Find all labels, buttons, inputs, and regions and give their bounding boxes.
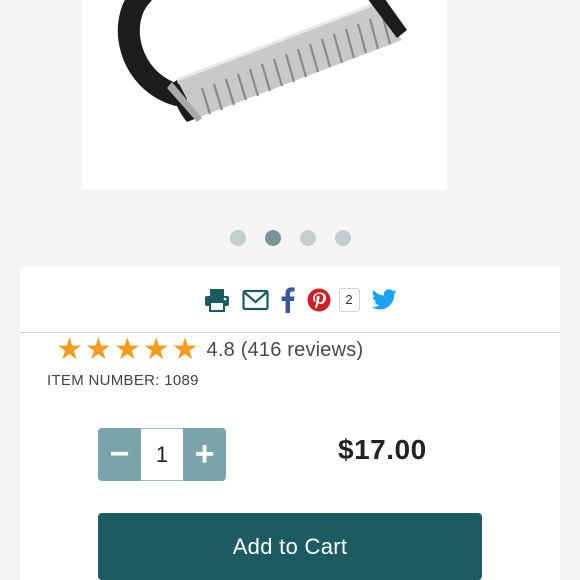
pinterest-icon[interactable] <box>307 287 331 313</box>
add-to-cart-button[interactable]: Add to Cart <box>98 513 482 580</box>
carousel-dot[interactable] <box>299 230 316 246</box>
star-icon: ★ <box>171 333 199 366</box>
print-icon[interactable] <box>204 287 230 313</box>
rating-summary[interactable]: 4.8 (416 reviews) <box>207 339 364 362</box>
star-icon: ★ <box>113 333 141 366</box>
increase-quantity-button[interactable]: + <box>183 428 226 481</box>
carousel-dot[interactable] <box>229 230 246 246</box>
product-image <box>117 0 407 122</box>
star-icon: ★ <box>84 333 112 366</box>
star-rating: ★ ★ ★ ★ ★ <box>56 335 199 365</box>
carousel-dots <box>0 230 580 246</box>
decrease-quantity-button[interactable]: − <box>98 428 141 481</box>
facebook-icon[interactable] <box>281 286 295 313</box>
rating-row[interactable]: ★ ★ ★ ★ ★ 4.8 (416 reviews) <box>56 335 363 365</box>
product-price: $17.00 <box>338 434 427 465</box>
product-details: ★ ★ ★ ★ ★ 4.8 (416 reviews) ITEM NUMBER:… <box>20 333 560 580</box>
quantity-input[interactable]: 1 <box>141 428 183 481</box>
item-number: ITEM NUMBER: 1089 <box>47 372 199 389</box>
blade <box>176 3 402 118</box>
twitter-icon[interactable] <box>371 287 397 313</box>
carousel-dot-active[interactable] <box>264 230 281 246</box>
carousel-dot[interactable] <box>334 230 351 246</box>
quantity-stepper: − 1 + <box>98 428 226 481</box>
product-image-card[interactable] <box>82 0 447 189</box>
share-bar: 2 <box>20 267 560 333</box>
email-icon[interactable] <box>241 287 269 313</box>
pinterest-count-badge: 2 <box>338 287 360 312</box>
star-icon: ★ <box>56 333 83 366</box>
star-icon: ★ <box>142 333 170 366</box>
